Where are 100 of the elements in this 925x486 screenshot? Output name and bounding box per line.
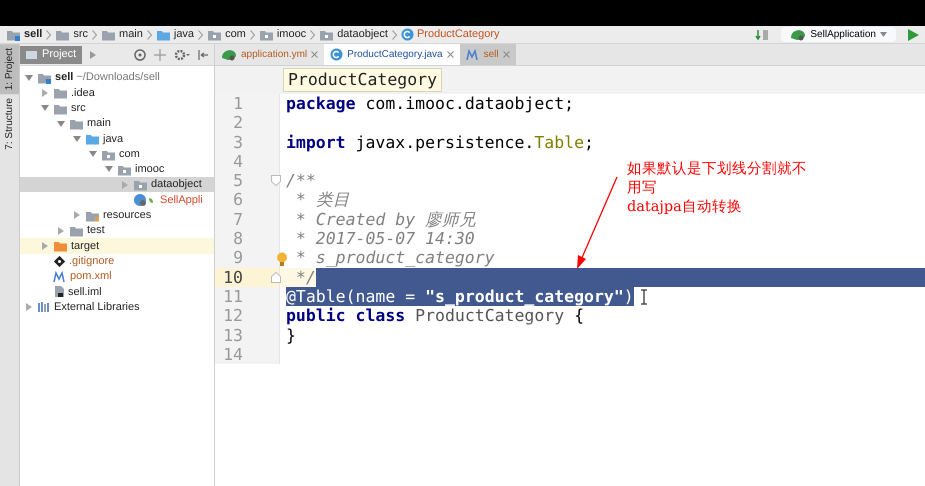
tree-item[interactable]: dataobject: [20, 177, 214, 192]
chevron-icon: [392, 30, 397, 40]
tree-item[interactable]: java: [20, 131, 214, 146]
line-number: 4: [232, 152, 243, 172]
tree-item[interactable]: resources: [20, 208, 214, 223]
expanded-arrow-icon[interactable]: [41, 104, 49, 112]
run-icon[interactable]: [908, 28, 919, 40]
class-icon: [400, 28, 414, 41]
chevron-icon: [250, 30, 255, 40]
chevron-icon: [198, 30, 204, 40]
maven-icon: [466, 48, 480, 60]
tree-item[interactable]: sell.iml: [20, 284, 214, 300]
expanded-arrow-icon[interactable]: [57, 120, 65, 128]
settings-icon: [174, 48, 190, 60]
line-number: 1: [232, 94, 243, 114]
expanded-arrow-icon[interactable]: [89, 150, 97, 158]
tree-item[interactable]: pom.xml: [20, 268, 214, 284]
line-number: 11: [222, 286, 243, 306]
package-folder-icon: [258, 28, 274, 41]
code-text: ;: [584, 132, 594, 152]
code-text: package: [286, 94, 356, 114]
class-icon: [330, 48, 344, 61]
breadcrumb-item[interactable]: ProductCategory: [400, 26, 500, 43]
code-text: * 2017-05-07 14:30: [294, 229, 475, 248]
chevron-icon: [146, 30, 152, 40]
code-text: "s_product_category": [425, 286, 624, 306]
collapsed-arrow-icon[interactable]: [73, 211, 81, 220]
breadcrumb-item[interactable]: dataobject: [319, 26, 388, 43]
tool-window-tab[interactable]: 1: Project: [0, 44, 19, 94]
caret-icon: [880, 32, 887, 37]
tool-window-tab[interactable]: 7: Structure: [0, 94, 19, 154]
breadcrumb-item[interactable]: com: [207, 26, 246, 43]
close-icon[interactable]: [502, 51, 510, 58]
class-breadcrumb[interactable]: ProductCategory: [283, 68, 442, 92]
annotation-note: 如果默认是下划线分割就不 用写 datajpa自动转换: [627, 160, 808, 217]
tree-item[interactable]: imooc: [20, 162, 214, 178]
expanded-arrow-icon[interactable]: [105, 165, 113, 174]
chevron-icon: [92, 30, 98, 40]
expand-icon: [90, 50, 96, 58]
hide-icon: [198, 48, 208, 60]
chevron-icon: [310, 30, 316, 40]
breadcrumb-item[interactable]: src: [55, 26, 88, 43]
tree-item[interactable]: com: [20, 146, 214, 162]
tree-item[interactable]: test: [20, 222, 214, 238]
collapse-icon: [154, 48, 166, 60]
line-number: 6: [232, 190, 243, 210]
code-text: @Table: [286, 286, 346, 306]
code-text: }: [286, 326, 296, 345]
code-text: com.imooc.dataobject;: [364, 94, 574, 114]
line-number: 2: [232, 113, 243, 133]
tree-item[interactable]: SellAppli: [20, 192, 214, 208]
line-number: 8: [232, 229, 243, 248]
tree-item[interactable]: main: [20, 116, 214, 132]
line-number: 5: [232, 171, 243, 190]
sort-icon: [755, 28, 770, 40]
tree-item[interactable]: .idea: [20, 85, 214, 101]
tree-item[interactable]: src: [20, 100, 214, 116]
code-text: * s_product_category: [294, 248, 495, 268]
code-text: javax.persistence.: [354, 132, 534, 152]
code-text: ProductCategory: [414, 306, 564, 326]
collapsed-arrow-icon[interactable]: [41, 88, 49, 97]
code-text: (name =: [346, 286, 426, 306]
path-text: ~/Downloads/sell: [76, 70, 160, 86]
tree-item[interactable]: External Libraries: [20, 299, 214, 315]
code-text: import: [286, 132, 346, 152]
breadcrumb-item[interactable]: java: [156, 26, 194, 43]
line-number: 13: [222, 326, 243, 345]
breadcrumb-item[interactable]: sell: [6, 26, 42, 43]
collapsed-arrow-icon[interactable]: [41, 242, 49, 250]
expanded-arrow-icon[interactable]: [25, 74, 33, 82]
line-number: 14: [222, 344, 243, 364]
package-folder-icon: [207, 28, 222, 41]
line-number: 12: [222, 306, 243, 326]
line-number: 7: [232, 210, 243, 230]
code-text: * 类目: [294, 190, 350, 210]
code-text: Table: [534, 132, 584, 152]
expanded-arrow-icon[interactable]: [73, 134, 81, 143]
code-text: {: [573, 306, 584, 326]
package-folder-icon: [133, 178, 148, 192]
breadcrumb-item[interactable]: imooc: [258, 26, 306, 43]
code-text: public class: [286, 306, 406, 326]
line-number: 9: [232, 248, 243, 268]
tree-item[interactable]: target: [20, 238, 214, 254]
module-folder-icon: [6, 28, 21, 41]
close-icon[interactable]: [446, 51, 454, 58]
code-text: */: [294, 268, 316, 287]
editor-tab[interactable]: ProductCategory.java: [324, 44, 460, 65]
close-icon[interactable]: [311, 51, 318, 58]
breadcrumb-item[interactable]: main: [101, 26, 143, 43]
chevron-icon: [46, 30, 52, 40]
module-folder-icon: [37, 71, 52, 84]
run-configuration-dropdown[interactable]: SellApplication: [781, 27, 896, 42]
collapsed-arrow-icon[interactable]: [121, 180, 129, 189]
libraries-icon: [37, 301, 51, 314]
collapsed-arrow-icon[interactable]: [57, 226, 65, 235]
tree-item[interactable]: sell ~/Downloads/sell: [20, 70, 214, 86]
collapsed-arrow-icon[interactable]: [25, 303, 33, 312]
tree-item[interactable]: .gitignore: [20, 254, 214, 269]
line-number: 3: [232, 132, 243, 152]
code-text: * Created by 廖师兄: [294, 210, 476, 230]
